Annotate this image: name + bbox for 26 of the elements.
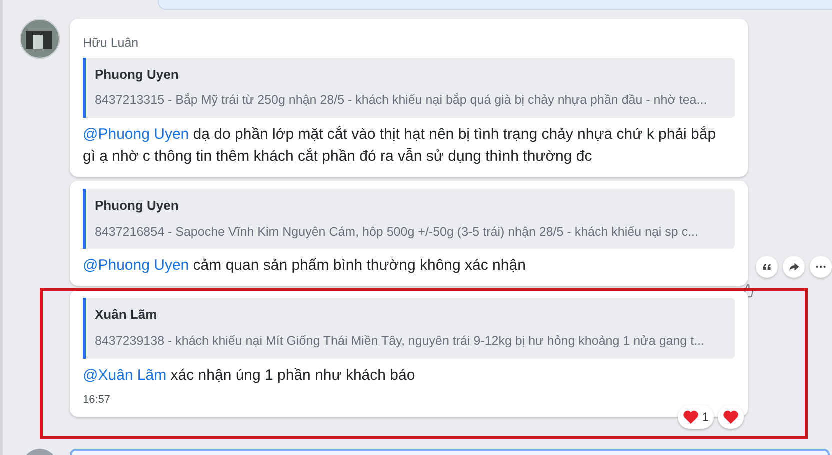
quote-text: 8437239138 - khách khiếu nại Mít Giống Thái Miền Tây, nguyên trái 9-12kg bị hư hỏng khoảng 1 nửa gang t...	[95, 332, 706, 350]
avatar	[20, 19, 60, 59]
quote-button[interactable]	[756, 256, 778, 278]
share-icon	[788, 261, 800, 274]
sender-name: Hữu Luân	[83, 35, 140, 52]
quoted-message[interactable]: Xuân Lãm 8437239138 - khách khiếu nại Mít Giống Thái Miền Tây, nguyên trái 9-12kg bị hư hỏng khoảng 1 nửa gang t...	[83, 298, 735, 358]
message-text: @Phuong Uyen dạ do phần lớp mặt cắt vào thịt hạt nên bị tình trạng chảy nhựa chứ k phải bắp gì ạ nhờ c thông tin thêm khách cắt phần đó ra vẫn sử dụng thình thường đc	[83, 125, 718, 167]
quote-text: 8437216854 - Sapoche Vĩnh Kim Nguyên Cám, hôp 500g +/-50g (3-5 trái) nhận 28/5 - khách khiếu nại sp c...	[95, 224, 700, 241]
mention-link[interactable]: @Phuong Uyen	[83, 257, 190, 274]
quote-text: 8437213315 - Bắp Mỹ trái từ 250g nhận 28/5 - khách khiếu nại bắp quá già bị chảy nhựa phần đầu - nhờ tea...	[95, 92, 708, 110]
reaction-count: 1	[702, 409, 709, 426]
reaction-chip[interactable]: 1	[678, 405, 714, 429]
quote-author: Phuong Uyen	[95, 197, 180, 215]
message-text: @Phuong Uyen cảm quan sản phẩm bình thường không xác nhận	[83, 256, 527, 276]
mention-link[interactable]: @Xuân Lãm	[83, 366, 167, 384]
mention-link[interactable]: @Phuong Uyen	[83, 126, 190, 143]
share-button[interactable]	[783, 256, 805, 278]
reaction-chip[interactable]	[718, 405, 744, 429]
heart-icon	[723, 410, 739, 424]
quote-author: Xuân Lãm	[95, 306, 158, 324]
quoted-message[interactable]: Phuong Uyen 8437213315 - Bắp Mỹ trái từ 250g nhận 28/5 - khách khiếu nại bắp quá già bị chảy nhựa phần đầu - nhờ tea...	[83, 58, 735, 118]
heart-icon	[683, 410, 700, 424]
quoted-message[interactable]: Phuong Uyen 8437216854 - Sapoche Vĩnh Kim Nguyên Cám, hôp 500g +/-50g (3-5 trái) nhận 28/5 - khách khiếu nại sp c...	[83, 189, 735, 250]
quote-author: Phuong Uyen	[95, 66, 180, 84]
message-text: @Xuân Lãm xác nhận úng 1 phần như khách báo	[83, 366, 416, 386]
timestamp: 16:57	[83, 392, 112, 408]
